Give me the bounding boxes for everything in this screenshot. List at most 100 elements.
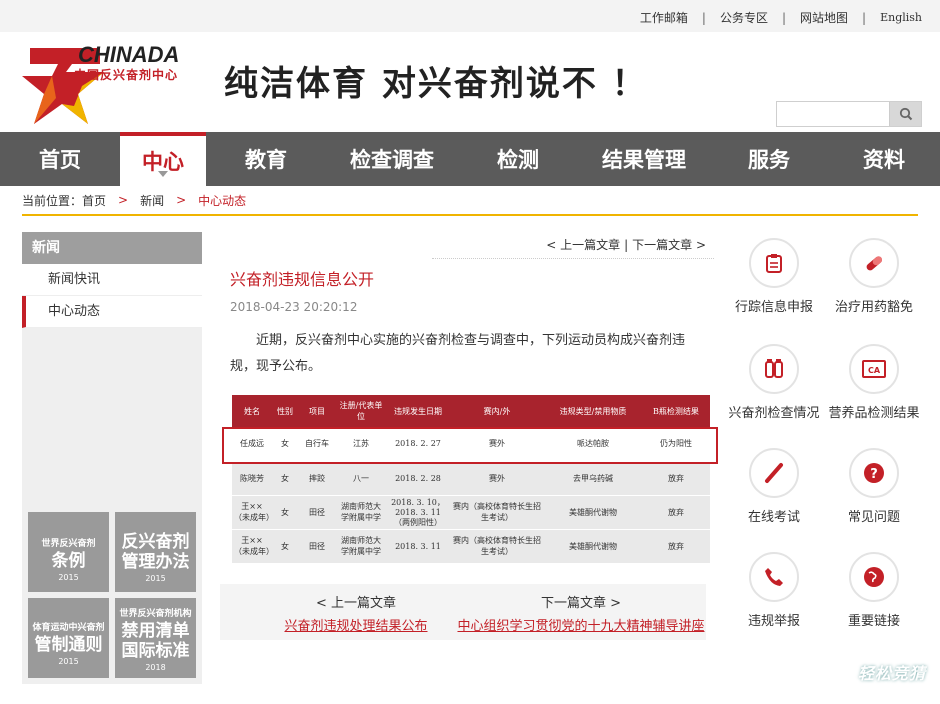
- service-label: 治疗用药豁免: [834, 300, 913, 315]
- table-cell: 美雄酮代谢物: [544, 495, 642, 530]
- top-links: 工作邮箱 | 公务专区 | 网站地图 | English: [640, 9, 922, 26]
- tile-subtitle: 体育运动中兴奋剂: [32, 623, 105, 633]
- ca-badge-icon: CA: [849, 344, 899, 394]
- service-label: 常见问题: [847, 510, 900, 525]
- top-link-sitemap[interactable]: 网站地图: [800, 9, 848, 26]
- table-cell: 去甲乌药碱: [544, 461, 642, 496]
- service-tue[interactable]: 治疗用药豁免: [824, 238, 924, 315]
- table-cell: 女: [272, 495, 298, 530]
- tile-general-rules[interactable]: 体育运动中兴奋剂 管制通则 2015: [28, 598, 109, 678]
- service-label: 在线考试: [747, 510, 800, 525]
- site-header: CHINADA 中国反兴奋剂中心 纯洁体育 对兴奋剂说不 ！: [0, 32, 940, 132]
- search-input[interactable]: [777, 102, 889, 126]
- chinada-logo[interactable]: CHINADA 中国反兴奋剂中心: [22, 38, 202, 128]
- table-header: 违规类型/禁用物质: [544, 395, 642, 427]
- nav-results[interactable]: 结果管理: [578, 132, 710, 186]
- table-header-row: 姓名 性别 项目 注册/代表单位 违规发生日期 赛内/外 违规类型/禁用物质 B…: [232, 395, 710, 427]
- watermark: 轻松竞猜: [857, 664, 926, 683]
- pen-icon: [749, 448, 799, 498]
- service-whereabouts[interactable]: 行踪信息申报: [724, 238, 824, 315]
- logo-text-cn: 中国反兴奋剂中心: [74, 68, 179, 82]
- nav-inspection[interactable]: 检查调查: [326, 132, 458, 186]
- breadcrumb-news[interactable]: 新闻: [140, 192, 164, 209]
- table-cell: 放弃: [642, 461, 710, 496]
- tile-year: 2018: [145, 663, 166, 672]
- chevron-right-icon: >: [118, 193, 129, 207]
- sidebar-item-center-news[interactable]: 中心动态: [22, 296, 202, 328]
- table-cell: 摔跤: [298, 461, 336, 496]
- tile-year: 2015: [145, 574, 166, 583]
- tile-subtitle: 世界反兴奋剂机构: [119, 609, 192, 619]
- service-label: 营养品检测结果: [828, 406, 920, 421]
- sample-bottles-icon: [749, 344, 799, 394]
- table-cell: 田径: [298, 495, 336, 530]
- table-row: 陈晓芳 女 摔跤 八一 2018. 2. 28 赛外 去甲乌药碱 放弃: [232, 461, 710, 496]
- clipboard-icon: [749, 238, 799, 288]
- search-button[interactable]: [889, 102, 921, 126]
- service-links[interactable]: 重要链接: [824, 552, 924, 629]
- prev-article-title-link[interactable]: 兴奋剂违规处理结果公布: [268, 615, 444, 634]
- separator: |: [781, 10, 787, 25]
- table-cell: 王××（未成年）: [232, 495, 274, 530]
- next-label: 下一篇文章 >: [540, 596, 622, 611]
- next-article-link[interactable]: 下一篇文章 >: [632, 238, 706, 252]
- prev-article: < 上一篇文章 兴奋剂违规处理结果公布: [268, 592, 444, 634]
- sidebar-title: 新闻: [22, 232, 202, 264]
- tile-management[interactable]: 反兴奋剂管理办法 2015: [115, 512, 196, 592]
- sidebar-item-news-flash[interactable]: 新闻快讯: [22, 264, 202, 296]
- table-row: 王××（未成年） 女 田径 湖南师范大学附属中学 2018. 3. 11 赛内（…: [232, 529, 710, 564]
- article-body: 近期，反兴奋剂中心实施的兴奋剂检查与调查中，下列运动员构成兴奋剂违规，现予公布。: [230, 333, 686, 374]
- nav-testing[interactable]: 检测: [458, 132, 578, 186]
- service-inspection[interactable]: 兴奋剂检查情况: [724, 344, 824, 421]
- next-article: 下一篇文章 > 中心组织学习贯彻党的十九大精神辅导讲座: [456, 592, 706, 634]
- tile-title: 反兴奋剂管理办法: [121, 532, 190, 572]
- nav-center[interactable]: 中心: [120, 132, 206, 186]
- table-row: 王××（未成年） 女 田径 湖南师范大学附属中学 2018. 3. 10，201…: [232, 495, 710, 530]
- tile-title: 禁用清单国际标准: [121, 621, 190, 661]
- nav-services[interactable]: 服务: [710, 132, 828, 186]
- search-box: [776, 101, 922, 127]
- article-pager: < 上一篇文章 | 下一篇文章 >: [546, 236, 706, 253]
- breadcrumb-current[interactable]: 中心动态: [198, 192, 246, 209]
- top-link-mail[interactable]: 工作邮箱: [640, 9, 688, 26]
- table-cell: 王××（未成年）: [232, 529, 274, 564]
- service-label: 重要链接: [847, 614, 900, 629]
- next-article-title-link[interactable]: 中心组织学习贯彻党的十九大精神辅导讲座: [456, 615, 706, 634]
- breadcrumb: 当前位置： 首页 > 新闻 > 中心动态: [22, 186, 918, 216]
- table-header: B瓶检测结果: [642, 395, 710, 427]
- top-link-english[interactable]: English: [880, 11, 922, 24]
- table-header: 性别: [272, 395, 298, 427]
- service-label: 行踪信息申报: [734, 300, 813, 315]
- tile-subtitle: 世界反兴奋剂: [41, 539, 96, 549]
- top-link-official[interactable]: 公务专区: [720, 9, 768, 26]
- table-cell: 赛内（高校体育特长生招生考试）: [450, 495, 544, 530]
- service-faq[interactable]: ? 常见问题: [824, 448, 924, 525]
- tile-prohibited-list[interactable]: 世界反兴奋剂机构 禁用清单国际标准 2018: [115, 598, 196, 678]
- service-label: 兴奋剂检查情况: [728, 406, 820, 421]
- separator: |: [624, 238, 629, 252]
- tile-code[interactable]: 世界反兴奋剂 条例 2015: [28, 512, 109, 592]
- table-header: 姓名: [232, 395, 272, 427]
- table-header: 注册/代表单位: [336, 395, 386, 427]
- service-report[interactable]: 违规举报: [724, 552, 824, 629]
- table-cell: 2018. 2. 28: [386, 461, 450, 496]
- prev-article-link[interactable]: < 上一篇文章: [546, 238, 620, 252]
- service-supplements[interactable]: CA 营养品检测结果: [824, 344, 924, 421]
- search-icon: [899, 107, 912, 121]
- table-header: 项目: [298, 395, 336, 427]
- separator: |: [701, 10, 706, 25]
- nav-home[interactable]: 首页: [0, 132, 120, 186]
- nav-education[interactable]: 教育: [206, 132, 326, 186]
- table-cell: 女: [272, 461, 298, 496]
- article-date: 2018-04-23 20:20:12: [230, 300, 358, 314]
- svg-text:?: ?: [870, 467, 878, 482]
- table-cell: 湖南师范大学附属中学: [336, 495, 386, 530]
- nav-resources[interactable]: 资料: [828, 132, 940, 186]
- tile-year: 2015: [58, 657, 79, 666]
- service-online-exam[interactable]: 在线考试: [724, 448, 824, 525]
- table-cell: 放弃: [642, 529, 710, 564]
- phone-icon: [749, 552, 799, 602]
- table-cell: 田径: [298, 529, 336, 564]
- svg-text:CA: CA: [868, 366, 881, 375]
- breadcrumb-home[interactable]: 首页: [82, 192, 106, 209]
